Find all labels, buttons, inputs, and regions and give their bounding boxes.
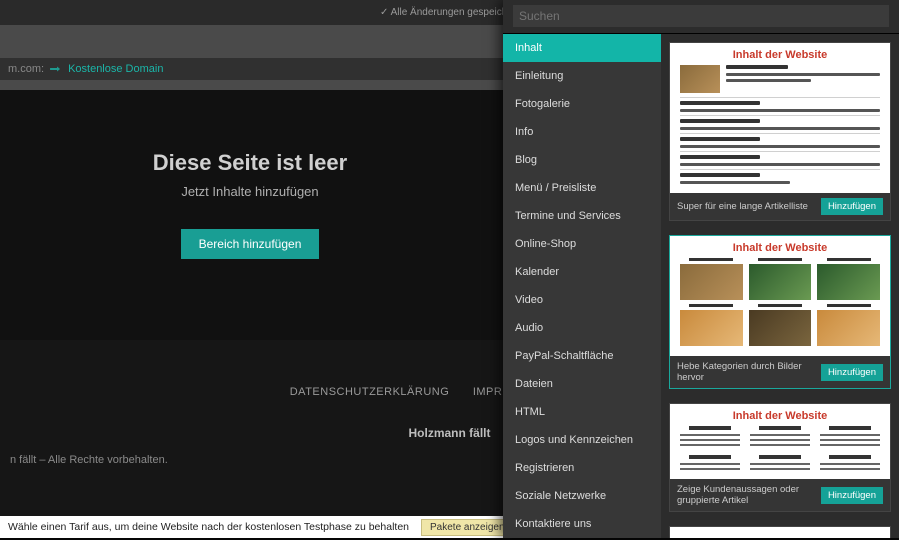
preview-card: Inhalt der Website Zeige Kunde	[669, 403, 891, 512]
preview-desc: Zeige Kundenaussagen oder gruppierte Art…	[677, 484, 821, 506]
preview-card: Inhalt der Website Super für eine lange …	[669, 42, 891, 221]
add-preview-button[interactable]: Hinzufügen	[821, 487, 883, 504]
category-item[interactable]: PayPal-Schaltfläche	[503, 342, 661, 370]
category-item[interactable]: Termine und Services	[503, 202, 661, 230]
category-item[interactable]: Kalender	[503, 258, 661, 286]
category-item[interactable]: Logos und Kennzeichen	[503, 426, 661, 454]
empty-page-title: Diese Seite ist leer	[120, 150, 380, 176]
preview-card: Inhalt der Website Hebe Kategorien durch	[669, 235, 891, 389]
category-item[interactable]: Dateien	[503, 370, 661, 398]
preview-card	[669, 526, 891, 538]
empty-page-block: Diese Seite ist leer Jetzt Inhalte hinzu…	[120, 150, 380, 259]
domain-suffix: m.com:	[8, 63, 44, 75]
category-item[interactable]: Inhalt	[503, 34, 661, 62]
preview-desc: Hebe Kategorien durch Bilder hervor	[677, 361, 821, 383]
add-section-button[interactable]: Bereich hinzufügen	[181, 229, 320, 259]
rights-text: n fällt – Alle Rechte vorbehalten.	[10, 454, 168, 466]
category-item[interactable]: Blog	[503, 146, 661, 174]
add-preview-button[interactable]: Hinzufügen	[821, 198, 883, 215]
category-item[interactable]: Info	[503, 118, 661, 146]
footer-link-privacy[interactable]: DATENSCHUTZERKLÄRUNG	[290, 386, 450, 398]
preview-list[interactable]: Inhalt der Website Super für eine lange …	[661, 34, 899, 538]
preview-card-title: Inhalt der Website	[670, 236, 890, 258]
preview-desc: Super für eine lange Artikelliste	[677, 201, 808, 212]
category-item[interactable]: Audio	[503, 314, 661, 342]
category-item[interactable]: Menü / Preisliste	[503, 174, 661, 202]
category-item[interactable]: HTML	[503, 398, 661, 426]
category-list[interactable]: InhaltEinleitungFotogalerieInfoBlogMenü …	[503, 34, 661, 538]
category-item[interactable]: Fotogalerie	[503, 90, 661, 118]
section-search-input[interactable]	[513, 5, 889, 27]
preview-card-title: Inhalt der Website	[670, 404, 890, 426]
preview-card-title	[670, 527, 890, 538]
preview-card-title: Inhalt der Website	[670, 43, 890, 65]
show-plans-button[interactable]: Pakete anzeigen	[421, 519, 514, 536]
category-item[interactable]: Video	[503, 286, 661, 314]
add-section-panel: InhaltEinleitungFotogalerieInfoBlogMenü …	[503, 0, 899, 538]
category-item[interactable]: Einleitung	[503, 62, 661, 90]
category-item[interactable]: Online-Shop	[503, 230, 661, 258]
category-item[interactable]: Soziale Netzwerke	[503, 482, 661, 510]
free-domain-label: Kostenlose Domain	[68, 63, 163, 75]
empty-page-subtitle: Jetzt Inhalte hinzufügen	[120, 184, 380, 199]
free-domain-link[interactable]: Kostenlose Domain	[50, 63, 163, 75]
category-item[interactable]: Registrieren	[503, 454, 661, 482]
category-item[interactable]: Kontaktiere uns	[503, 510, 661, 538]
add-preview-button[interactable]: Hinzufügen	[821, 364, 883, 381]
promo-text: Wähle einen Tarif aus, um deine Website …	[8, 521, 409, 533]
panel-search-wrap	[503, 0, 899, 34]
save-status-text: Alle Änderungen gespeichert	[380, 7, 519, 18]
